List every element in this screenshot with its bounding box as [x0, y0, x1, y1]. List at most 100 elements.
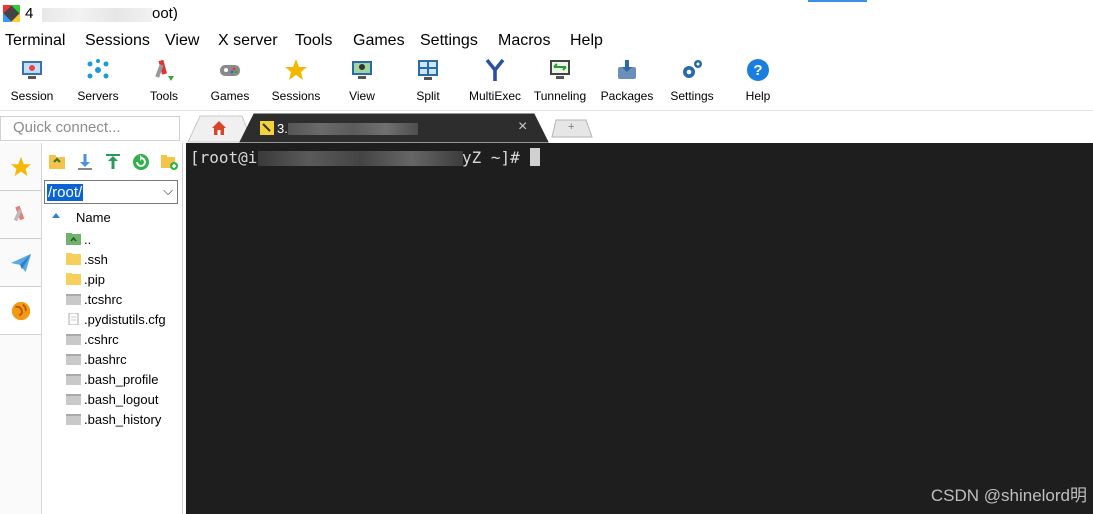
- watermark: CSDN @shinelord明: [930, 486, 1087, 505]
- file-icon: [66, 374, 81, 385]
- toolbar-games-label: Games: [210, 89, 250, 103]
- window-title-prefix: 4: [25, 5, 34, 22]
- terminal-tab-icon: [260, 121, 274, 135]
- file-name: .pip: [84, 272, 105, 287]
- view-icon: [352, 61, 372, 79]
- title-accent: [808, 0, 867, 2]
- path-dropdown[interactable]: /root/ ⌵: [44, 180, 178, 204]
- tab-strip: 3. × +: [186, 113, 1093, 143]
- quick-connect-input[interactable]: Quick connect...: [0, 116, 180, 141]
- toolbar-multiexec-button[interactable]: MultiExec: [461, 58, 529, 103]
- toolbar-session-label: Session: [10, 89, 54, 103]
- tools-sidebar-icon: [13, 205, 24, 221]
- toolbar-tools-label: Tools: [149, 89, 178, 103]
- sftp-toolbar: [46, 153, 182, 175]
- svg-text:?: ?: [753, 62, 762, 79]
- file-icon: [66, 414, 81, 425]
- file-name: .bash_history: [84, 412, 162, 427]
- menu-x-server[interactable]: X server: [218, 32, 278, 50]
- menu-macros[interactable]: Macros: [498, 32, 550, 50]
- paper-plane-icon: [10, 253, 31, 272]
- toolbar-servers-button[interactable]: Servers: [64, 58, 132, 103]
- menu-games[interactable]: Games: [353, 32, 405, 50]
- menu-terminal[interactable]: Terminal: [5, 32, 65, 50]
- toolbar-sessions-button[interactable]: Sessions: [262, 58, 330, 103]
- toolbar-view-button[interactable]: View: [328, 58, 396, 103]
- toolbar-help-button[interactable]: ? Help: [724, 58, 792, 103]
- sidebar-tab-tools[interactable]: [0, 191, 41, 239]
- mobaxterm-logo-icon: [3, 5, 20, 22]
- menu-bar: Terminal Sessions View X server Tools Ga…: [0, 30, 1093, 52]
- prompt-start: [root@i: [190, 148, 258, 167]
- menu-settings[interactable]: Settings: [420, 32, 478, 50]
- sidebar-tab-sessions[interactable]: [0, 143, 41, 191]
- toolbar-games-button[interactable]: Games: [196, 58, 264, 103]
- menu-sessions[interactable]: Sessions: [85, 32, 150, 50]
- folder-icon: [66, 253, 81, 265]
- tab-title-redacted: [288, 123, 418, 135]
- active-tab-label[interactable]: 3.: [277, 121, 288, 136]
- file-icon: [66, 394, 81, 405]
- sidebar-tab-macros[interactable]: [0, 239, 41, 287]
- download-icon[interactable]: [76, 153, 94, 171]
- menu-view[interactable]: View: [165, 32, 199, 50]
- file-name: .pydistutils.cfg: [84, 312, 166, 327]
- folder-icon: [66, 273, 81, 285]
- parent-directory-icon: [66, 233, 81, 245]
- toolbar-tools-button[interactable]: Tools: [130, 58, 198, 103]
- file-icon: [66, 334, 81, 345]
- new-tab-button[interactable]: +: [568, 121, 574, 133]
- settings-icon: [683, 60, 702, 78]
- servers-icon: [87, 59, 109, 79]
- file-name: .bashrc: [84, 352, 127, 367]
- title-redacted: [42, 8, 152, 22]
- globe-icon: [11, 301, 30, 320]
- home-tab-icon[interactable]: [211, 120, 227, 136]
- toolbar-multiexec-label: MultiExec: [468, 89, 521, 103]
- window-title-suffix: oot): [152, 5, 178, 22]
- toolbar-tunneling-button[interactable]: Tunneling: [526, 58, 594, 103]
- toolbar-settings-button[interactable]: Settings: [658, 58, 726, 103]
- sidebar-tab-sftp[interactable]: [0, 287, 41, 335]
- upload-icon[interactable]: [104, 153, 122, 171]
- path-value[interactable]: /root/: [47, 184, 84, 201]
- hostname-redacted: [258, 151, 463, 166]
- games-icon: [220, 65, 240, 76]
- toolbar-session-button[interactable]: Session: [0, 58, 66, 103]
- toolbar-split-label: Split: [416, 89, 440, 103]
- toolbar-packages-label: Packages: [600, 89, 654, 103]
- file-name: .bash_profile: [84, 372, 159, 387]
- menu-tools[interactable]: Tools: [295, 32, 332, 50]
- split-icon: [418, 60, 438, 80]
- sidebar-tabs: [0, 143, 42, 514]
- tools-icon: [155, 59, 174, 81]
- tunneling-icon: [550, 60, 570, 79]
- help-icon: ?: [747, 59, 769, 81]
- file-name: .ssh: [84, 252, 108, 267]
- toolbar-split-button[interactable]: Split: [394, 58, 462, 103]
- terminal-cursor: [530, 148, 540, 166]
- toolbar-tunneling-label: Tunneling: [533, 89, 587, 103]
- toolbar: Session Servers Tools Games Sessions Vie…: [0, 54, 1093, 111]
- column-header-name[interactable]: Name: [76, 210, 111, 225]
- toolbar-help-label: Help: [745, 89, 771, 103]
- toolbar-settings-label: Settings: [670, 89, 714, 103]
- star-icon: [10, 156, 31, 176]
- chevron-down-icon[interactable]: ⌵: [163, 183, 173, 199]
- new-folder-icon[interactable]: [160, 153, 178, 171]
- file-name: .cshrc: [84, 332, 119, 347]
- toolbar-sessions-label: Sessions: [271, 89, 321, 103]
- sort-ascending-icon: [52, 213, 60, 218]
- prompt-end: yZ ~]#: [462, 148, 520, 167]
- parent-folder-icon[interactable]: [48, 153, 66, 171]
- refresh-icon[interactable]: [132, 153, 150, 171]
- toolbar-packages-button[interactable]: Packages: [593, 58, 661, 103]
- file-name: ..: [84, 232, 92, 247]
- document-icon: [68, 313, 79, 325]
- packages-icon: [618, 60, 636, 79]
- file-name: .tcshrc: [84, 292, 123, 307]
- menu-help[interactable]: Help: [570, 32, 603, 50]
- toolbar-servers-label: Servers: [77, 89, 119, 103]
- tab-close-button[interactable]: ×: [518, 118, 527, 136]
- terminal-pane[interactable]: [root@i yZ ~]# CSDN @shinelord明: [186, 143, 1093, 514]
